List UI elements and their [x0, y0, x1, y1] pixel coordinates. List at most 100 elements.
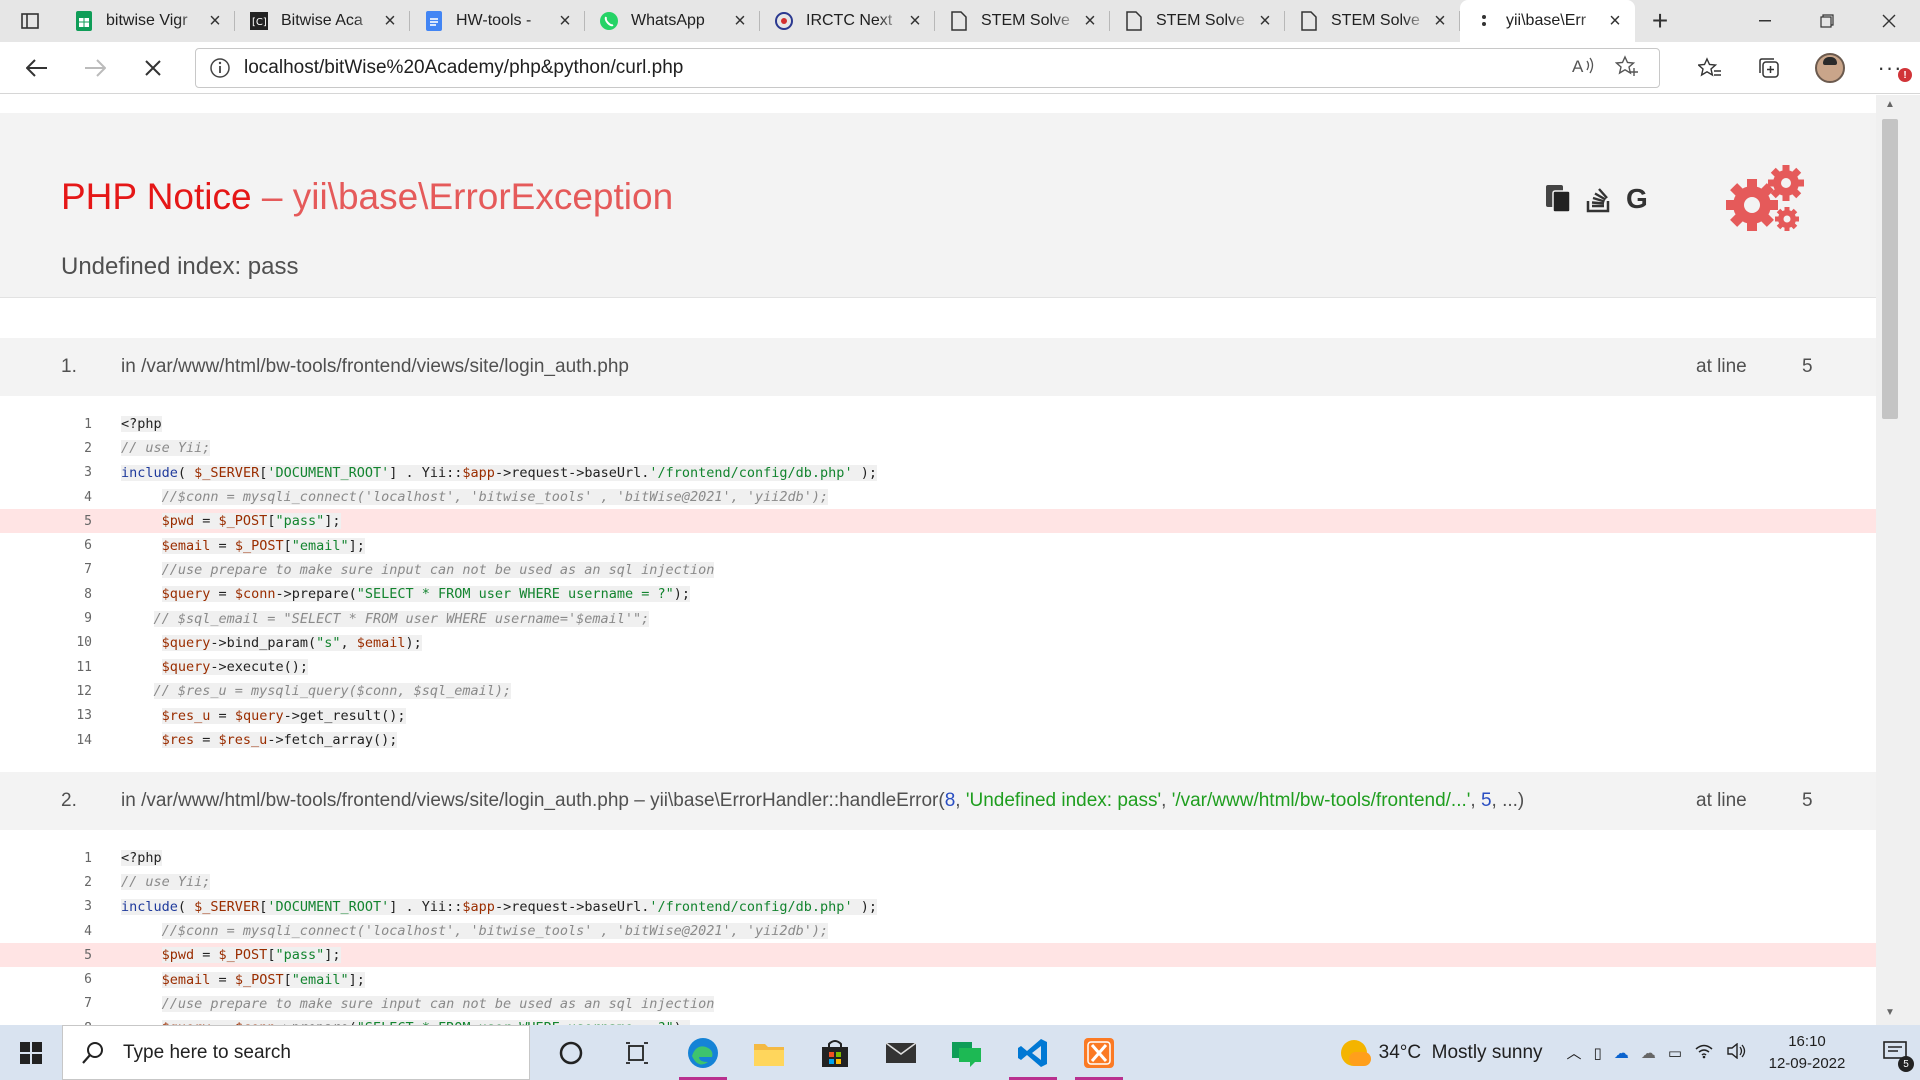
line-number: 4: [84, 489, 92, 505]
line-number: 3: [84, 899, 92, 915]
profile-button[interactable]: [1800, 42, 1860, 94]
browser-tab[interactable]: bitwise Vigr ×: [60, 0, 235, 42]
stack-frame-header[interactable]: 2. in /var/www/html/bw-tools/frontend/vi…: [0, 772, 1876, 830]
forward-button[interactable]: [66, 42, 124, 94]
scroll-down-icon[interactable]: ▼: [1882, 1007, 1898, 1023]
weather-widget[interactable]: 34°C Mostly sunny: [1340, 1039, 1543, 1066]
site-info-icon[interactable]: [196, 57, 244, 79]
taskbar-mail[interactable]: [868, 1025, 934, 1080]
browser-tab[interactable]: [C] Bitwise Aca ×: [235, 0, 410, 42]
svg-text:[C]: [C]: [252, 17, 267, 28]
task-view-icon: [626, 1041, 648, 1064]
address-bar[interactable]: localhost/bitWise%20Academy/php&python/c…: [195, 48, 1660, 88]
frame-location: in /var/www/html/bw-tools/frontend/views…: [121, 356, 629, 377]
collections-button[interactable]: [1740, 42, 1800, 94]
taskbar-vscode[interactable]: [1000, 1025, 1066, 1080]
code-line: 11 $query->execute();: [0, 655, 1876, 679]
vertical-scrollbar[interactable]: ▲ ▼: [1876, 95, 1920, 1025]
tab-actions-button[interactable]: [0, 0, 60, 42]
task-view-button[interactable]: [604, 1025, 670, 1080]
code-line-error: 5 $pwd = $_POST["pass"];: [0, 509, 1876, 534]
stack-frame-header[interactable]: 1. in /var/www/html/bw-tools/frontend/vi…: [0, 338, 1876, 396]
code-text: // use Yii;: [121, 874, 211, 891]
tab-label: yii\base\Err: [1506, 12, 1587, 29]
restore-button[interactable]: [1796, 0, 1858, 42]
cortana-button[interactable]: [538, 1025, 604, 1080]
browser-tab[interactable]: STEM Solve ×: [935, 0, 1110, 42]
code-line: 4 //$conn = mysqli_connect('localhost', …: [0, 919, 1876, 943]
taskbar-chat[interactable]: [934, 1025, 1000, 1080]
browser-tab-active[interactable]: yii\base\Err ×: [1460, 0, 1635, 42]
search-placeholder: Type here to search: [123, 1041, 291, 1063]
close-window-button[interactable]: [1858, 0, 1920, 42]
tab-close-icon[interactable]: ×: [378, 9, 402, 33]
tab-close-icon[interactable]: ×: [1078, 9, 1102, 33]
taskbar-search-box[interactable]: Type here to search: [62, 1025, 530, 1080]
frame-arg-2: 'Undefined index: pass': [965, 790, 1162, 811]
code-line: 8 $query = $conn->prepare("SELECT * FROM…: [0, 582, 1876, 606]
code-text: // use Yii;: [121, 440, 211, 457]
stackoverflow-icon[interactable]: [1585, 183, 1613, 218]
taskbar-xampp[interactable]: [1066, 1025, 1132, 1080]
start-button[interactable]: [0, 1025, 62, 1080]
browser-tab[interactable]: IRCTC Next ×: [760, 0, 935, 42]
device-icon[interactable]: ▯: [1594, 1044, 1602, 1062]
browser-tab[interactable]: STEM Solve ×: [1285, 0, 1460, 42]
error-type: PHP Notice: [61, 176, 252, 217]
code-snippet: 1 <?php 2 // use Yii; 3 include( $_SERVER['DO…: [0, 412, 1876, 752]
scrollbar-thumb[interactable]: [1882, 119, 1898, 419]
url-text[interactable]: localhost/bitWise%20Academy/php&python/c…: [244, 57, 1571, 79]
code-text: //use prepare to make sure input can not…: [161, 995, 715, 1012]
line-number: 2: [84, 440, 92, 456]
browser-tab[interactable]: WhatsApp ×: [585, 0, 760, 42]
page-icon: [1299, 11, 1319, 31]
tab-close-icon[interactable]: ×: [1603, 9, 1627, 33]
onedrive-icon[interactable]: ☁: [1614, 1044, 1629, 1062]
code-line: 13 $res_u = $query->get_result();: [0, 704, 1876, 728]
taskbar-store[interactable]: [802, 1025, 868, 1080]
frame-at-line-label: at line: [1696, 790, 1747, 811]
tab-close-icon[interactable]: ×: [903, 9, 927, 33]
code-text: include( $_SERVER['DOCUMENT_ROOT'] . Yii…: [121, 464, 877, 481]
back-button[interactable]: [8, 42, 66, 94]
tab-close-icon[interactable]: ×: [728, 9, 752, 33]
scroll-up-icon[interactable]: ▲: [1882, 99, 1898, 115]
scrollbar-track[interactable]: ▲ ▼: [1878, 95, 1898, 1025]
battery-icon[interactable]: ▭: [1668, 1044, 1682, 1062]
system-tray: 34°C Mostly sunny ︿ ▯ ☁ ☁ ▭ 16:10 12-09-…: [1340, 1025, 1920, 1080]
taskbar-edge[interactable]: [670, 1025, 736, 1080]
copy-stacktrace-icon[interactable]: [1545, 183, 1573, 218]
volume-icon[interactable]: [1726, 1042, 1746, 1063]
tab-close-icon[interactable]: ×: [203, 9, 227, 33]
line-number: 1: [84, 416, 92, 432]
new-tab-button[interactable]: +: [1635, 0, 1685, 42]
frame-arg-4: 5: [1480, 790, 1492, 811]
read-aloud-icon[interactable]: A: [1571, 55, 1595, 82]
stop-loading-button[interactable]: [124, 42, 182, 94]
minimize-button[interactable]: [1734, 0, 1796, 42]
code-text: $query = $conn->prepare("SELECT * FROM u…: [161, 586, 690, 603]
code-snippet: 1 <?php 2 // use Yii; 3 include( $_SERVER['DO…: [0, 846, 1876, 1025]
tab-close-icon[interactable]: ×: [1428, 9, 1452, 33]
tab-close-icon[interactable]: ×: [553, 9, 577, 33]
code-line: 7 //use prepare to make sure input can n…: [0, 558, 1876, 582]
frame-arg-sep: ,: [955, 790, 966, 811]
settings-menu-button[interactable]: ···!: [1860, 42, 1920, 94]
favorites-button[interactable]: [1680, 42, 1740, 94]
frame-arg-sep: ,: [1161, 790, 1172, 811]
add-favorite-icon[interactable]: [1614, 54, 1639, 82]
tab-label: Bitwise Aca: [281, 12, 363, 29]
taskbar-clock[interactable]: 16:10 12-09-2022: [1762, 1031, 1852, 1075]
onedrive-personal-icon[interactable]: ☁: [1641, 1044, 1656, 1062]
tab-close-icon[interactable]: ×: [1253, 9, 1277, 33]
wifi-icon[interactable]: [1694, 1043, 1714, 1063]
taskbar-file-explorer[interactable]: [736, 1025, 802, 1080]
browser-tab[interactable]: HW-tools - ×: [410, 0, 585, 42]
notification-center-button[interactable]: 5: [1872, 1025, 1920, 1080]
google-search-icon[interactable]: G: [1625, 183, 1653, 218]
chevron-up-icon[interactable]: ︿: [1567, 1042, 1582, 1063]
windows-logo-icon: [20, 1041, 42, 1064]
browser-tab[interactable]: STEM Solve ×: [1110, 0, 1285, 42]
line-number: 6: [84, 538, 92, 554]
docs-icon: [424, 11, 444, 31]
